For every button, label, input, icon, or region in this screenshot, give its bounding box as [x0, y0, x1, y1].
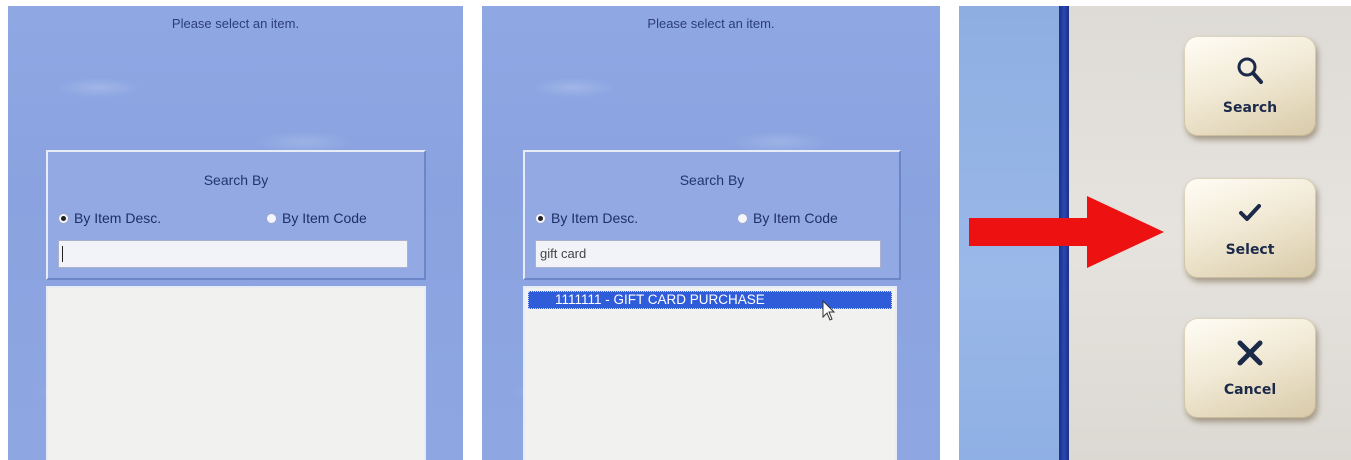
search-button[interactable]: Search [1184, 36, 1316, 136]
radio-by-item-code[interactable]: By Item Code [737, 210, 838, 226]
checkmark-icon [1184, 196, 1316, 230]
select-button[interactable]: Select [1184, 178, 1316, 278]
mouse-pointer-icon [822, 300, 836, 321]
results-list[interactable]: 1111111 - GIFT CARD PURCHASE [523, 286, 897, 460]
search-input[interactable]: gift card [535, 240, 881, 268]
radio-label: By Item Code [753, 210, 838, 226]
cancel-button-label: Cancel [1223, 382, 1277, 398]
search-by-group: Search By By Item Desc. By Item Code gif… [523, 150, 901, 280]
radio-unselected-icon [737, 212, 748, 224]
search-input[interactable] [58, 240, 408, 268]
search-by-label: Search By [679, 172, 745, 188]
list-item[interactable]: 1111111 - GIFT CARD PURCHASE [528, 291, 892, 309]
search-button-label: Search [1222, 100, 1278, 116]
search-by-label: Search By [203, 172, 269, 188]
radio-by-item-desc[interactable]: By Item Desc. [535, 210, 638, 226]
search-by-group: Search By By Item Desc. By Item Code [46, 150, 426, 280]
prompt-text: Please select an item. [647, 16, 775, 31]
item-search-panel-results: Please select an item. Search By By Item… [482, 6, 940, 460]
radio-selected-icon [535, 212, 546, 224]
cancel-button[interactable]: Cancel [1184, 318, 1316, 418]
radio-unselected-icon [266, 212, 277, 224]
radio-selected-icon [58, 212, 69, 224]
radio-label: By Item Desc. [74, 210, 162, 226]
radio-label: By Item Code [282, 210, 367, 226]
select-button-label: Select [1225, 242, 1275, 258]
radio-by-item-desc[interactable]: By Item Desc. [58, 210, 161, 226]
action-button-panel: Search Select Cancel [959, 6, 1351, 460]
radio-by-item-code[interactable]: By Item Code [266, 210, 367, 226]
magnifier-icon [1184, 54, 1316, 88]
item-search-panel-empty: Please select an item. Search By By Item… [8, 6, 463, 460]
prompt-text: Please select an item. [171, 16, 300, 31]
red-arrow-icon [969, 196, 1164, 268]
radio-label: By Item Desc. [551, 210, 639, 226]
results-list[interactable] [46, 286, 426, 460]
x-icon [1184, 336, 1316, 370]
